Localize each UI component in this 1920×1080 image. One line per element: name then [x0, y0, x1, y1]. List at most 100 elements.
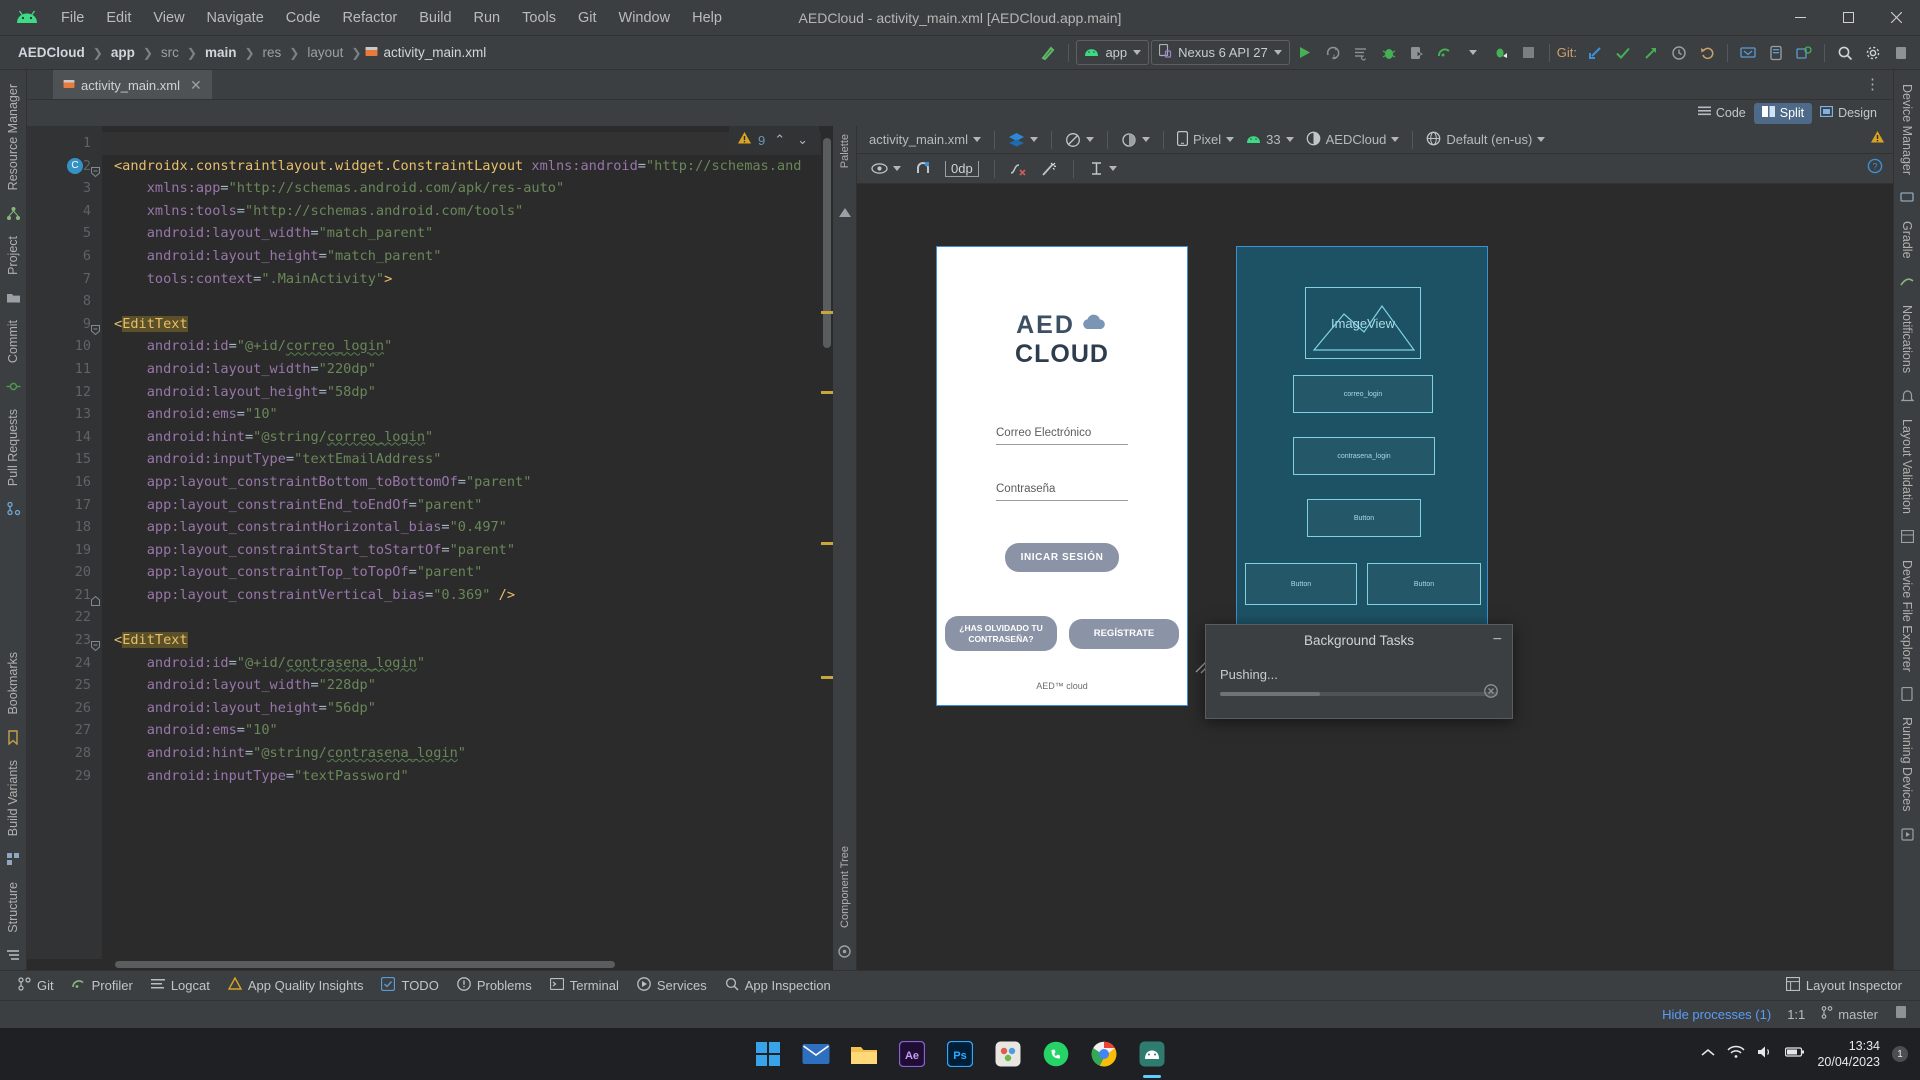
bottom-tab-services[interactable]: Services [629, 974, 715, 997]
gutter-line[interactable]: 17 [27, 494, 101, 517]
breadcrumb-app[interactable]: app [107, 43, 139, 62]
gutter-line[interactable]: 11 [27, 358, 101, 381]
sidebar-item-pull-requests[interactable]: Pull Requests [6, 401, 20, 494]
commit-icon[interactable] [1610, 40, 1636, 66]
stop-icon[interactable] [1516, 40, 1542, 66]
preview-file-selector[interactable]: activity_main.xml [865, 130, 985, 149]
clear-constraints-icon[interactable] [1006, 159, 1031, 179]
bottom-tab-app-quality-insights[interactable]: App Quality Insights [220, 974, 372, 997]
gutter-line[interactable]: 27 [27, 719, 101, 742]
infer-constraints-icon[interactable] [1037, 159, 1062, 179]
code-line[interactable]: android:hint="@string/correo_login" [102, 426, 833, 449]
gutter-line[interactable]: 4 [27, 200, 101, 223]
code-line[interactable]: android:layout_width="228dp" [102, 674, 833, 697]
menu-window[interactable]: Window [608, 6, 682, 30]
password-input-preview[interactable]: Contraseña [996, 483, 1128, 501]
gutter-line[interactable]: 24 [27, 652, 101, 675]
sidebar-item-device-manager[interactable]: Device Manager [1900, 76, 1914, 183]
menu-refactor[interactable]: Refactor [331, 6, 408, 30]
render-warning-icon[interactable] [1870, 130, 1885, 149]
component-tree-label[interactable]: Component Tree [839, 838, 851, 936]
menu-file[interactable]: File [50, 6, 95, 30]
design-preview-pane[interactable]: activity_main.xml Pixel 33 AEDCloud Defa… [857, 126, 1893, 970]
breadcrumb-layout[interactable]: layout [303, 43, 347, 62]
view-mode-design[interactable]: Design [1812, 103, 1885, 124]
orientation-icon[interactable] [1061, 130, 1098, 150]
menu-git[interactable]: Git [567, 6, 608, 30]
gutter-line[interactable]: 15 [27, 448, 101, 471]
start-icon[interactable] [751, 1037, 785, 1071]
magnet-icon[interactable] [911, 159, 935, 179]
chevron-down-icon[interactable]: ⌄ [794, 132, 811, 148]
gutter-line[interactable]: 10 [27, 335, 101, 358]
chevron-up-icon[interactable]: ⌃ [771, 132, 788, 148]
bottom-tab-todo[interactable]: TODO [373, 974, 446, 997]
device-file-icon[interactable] [1763, 40, 1789, 66]
code-line[interactable]: <EditText [102, 629, 833, 652]
close-button[interactable] [1872, 0, 1920, 36]
fold-marker-icon[interactable] [91, 320, 100, 335]
apply-changes-icon[interactable]: A [1320, 40, 1346, 66]
code-line[interactable]: xmlns:tools="http://schemas.android.com/… [102, 200, 833, 223]
breadcrumb-project[interactable]: AEDCloud [14, 43, 89, 62]
gutter-line[interactable]: 6 [27, 245, 101, 268]
code-editor[interactable]: 1 2 C 3 4 5 6 7 8 9 10 11 12 13 14 15 16 17 18 19 20 21 22 23 24… [27, 126, 833, 970]
commit-arrow-icon[interactable] [2, 375, 24, 397]
code-line[interactable]: tools:context=".MainActivity"> [102, 268, 833, 291]
whatsapp-icon[interactable] [1039, 1037, 1073, 1071]
gutter-line[interactable]: 12 [27, 381, 101, 404]
blueprint-contrasena-login[interactable]: contrasena_login [1293, 437, 1435, 475]
after-effects-icon[interactable]: Ae [895, 1037, 929, 1071]
bottom-tab-app-inspection[interactable]: App Inspection [717, 974, 839, 997]
bottom-tab-terminal[interactable]: Terminal [542, 975, 627, 996]
breadcrumb[interactable]: AEDCloud ❯ app ❯ src ❯ main ❯ res ❯ layo… [14, 43, 486, 62]
undo-icon[interactable] [1694, 40, 1720, 66]
hscrollbar-thumb[interactable] [115, 961, 615, 968]
code-line[interactable]: android:inputType="textEmailAddress" [102, 448, 833, 471]
device-manager-icon[interactable] [1735, 40, 1761, 66]
hide-processes-link[interactable]: Hide processes (1) [1662, 1007, 1771, 1022]
chrome-icon[interactable] [1087, 1037, 1121, 1071]
maximize-button[interactable] [1824, 0, 1872, 36]
component-tree-icon[interactable] [834, 940, 856, 962]
attach-debugger-icon[interactable] [1488, 40, 1514, 66]
running-devices-icon[interactable] [1896, 824, 1918, 846]
menu-navigate[interactable]: Navigate [196, 6, 275, 30]
code-editor-body[interactable]: 1 2 C 3 4 5 6 7 8 9 10 11 12 13 14 15 16 17 18 19 20 21 22 23 24… [27, 126, 833, 959]
build-hammer-icon[interactable] [1035, 40, 1061, 66]
blueprint-correo-login[interactable]: correo_login [1293, 375, 1433, 413]
gutter-line[interactable]: 16 [27, 471, 101, 494]
push-icon[interactable] [1638, 40, 1664, 66]
gutter-line[interactable]: 21 [27, 584, 101, 607]
run-icon[interactable] [1292, 40, 1318, 66]
sidebar-item-bookmarks[interactable]: Bookmarks [6, 644, 20, 723]
gutter-line[interactable]: 19 [27, 539, 101, 562]
breadcrumb-file[interactable]: activity_main.xml [365, 45, 486, 61]
margin-selector[interactable]: 0dp [941, 159, 983, 179]
folder-icon[interactable] [2, 287, 24, 309]
avd-icon[interactable] [1791, 40, 1817, 66]
menu-help[interactable]: Help [681, 6, 733, 30]
bookmark-icon[interactable] [2, 726, 24, 748]
sidebar-item-layout-validation[interactable]: Layout Validation [1900, 411, 1914, 522]
gutter-line[interactable]: 14 [27, 426, 101, 449]
chevron-down-icon[interactable] [1460, 40, 1486, 66]
tab-activity-main-xml[interactable]: activity_main.xml ✕ [53, 70, 212, 99]
bookmark-badge[interactable]: C [67, 157, 83, 174]
apply-code-changes-icon[interactable] [1348, 40, 1374, 66]
bottom-tab-profiler[interactable]: Profiler [64, 974, 141, 997]
debug-icon[interactable] [1376, 40, 1402, 66]
night-mode-icon[interactable] [1117, 130, 1154, 150]
sidebar-item-notifications[interactable]: Notifications [1900, 297, 1914, 381]
login-button-preview[interactable]: INICAR SESIÓN [1004, 543, 1120, 572]
device-manager-rail-icon[interactable] [1896, 187, 1918, 209]
structure-tree-icon[interactable] [2, 202, 24, 224]
design-canvas[interactable]: AED CLOUD Correo Electrónico Contraseña … [857, 184, 1893, 970]
code-line[interactable]: app:layout_constraintTop_toTopOf="parent… [102, 561, 833, 584]
menu-tools[interactable]: Tools [511, 6, 567, 30]
history-icon[interactable] [1666, 40, 1692, 66]
photoshop-icon[interactable]: Ps [943, 1037, 977, 1071]
editor-vertical-scrollbar[interactable] [821, 126, 833, 959]
status-more-icon[interactable] [1894, 1005, 1908, 1024]
close-icon[interactable]: ✕ [190, 77, 202, 94]
